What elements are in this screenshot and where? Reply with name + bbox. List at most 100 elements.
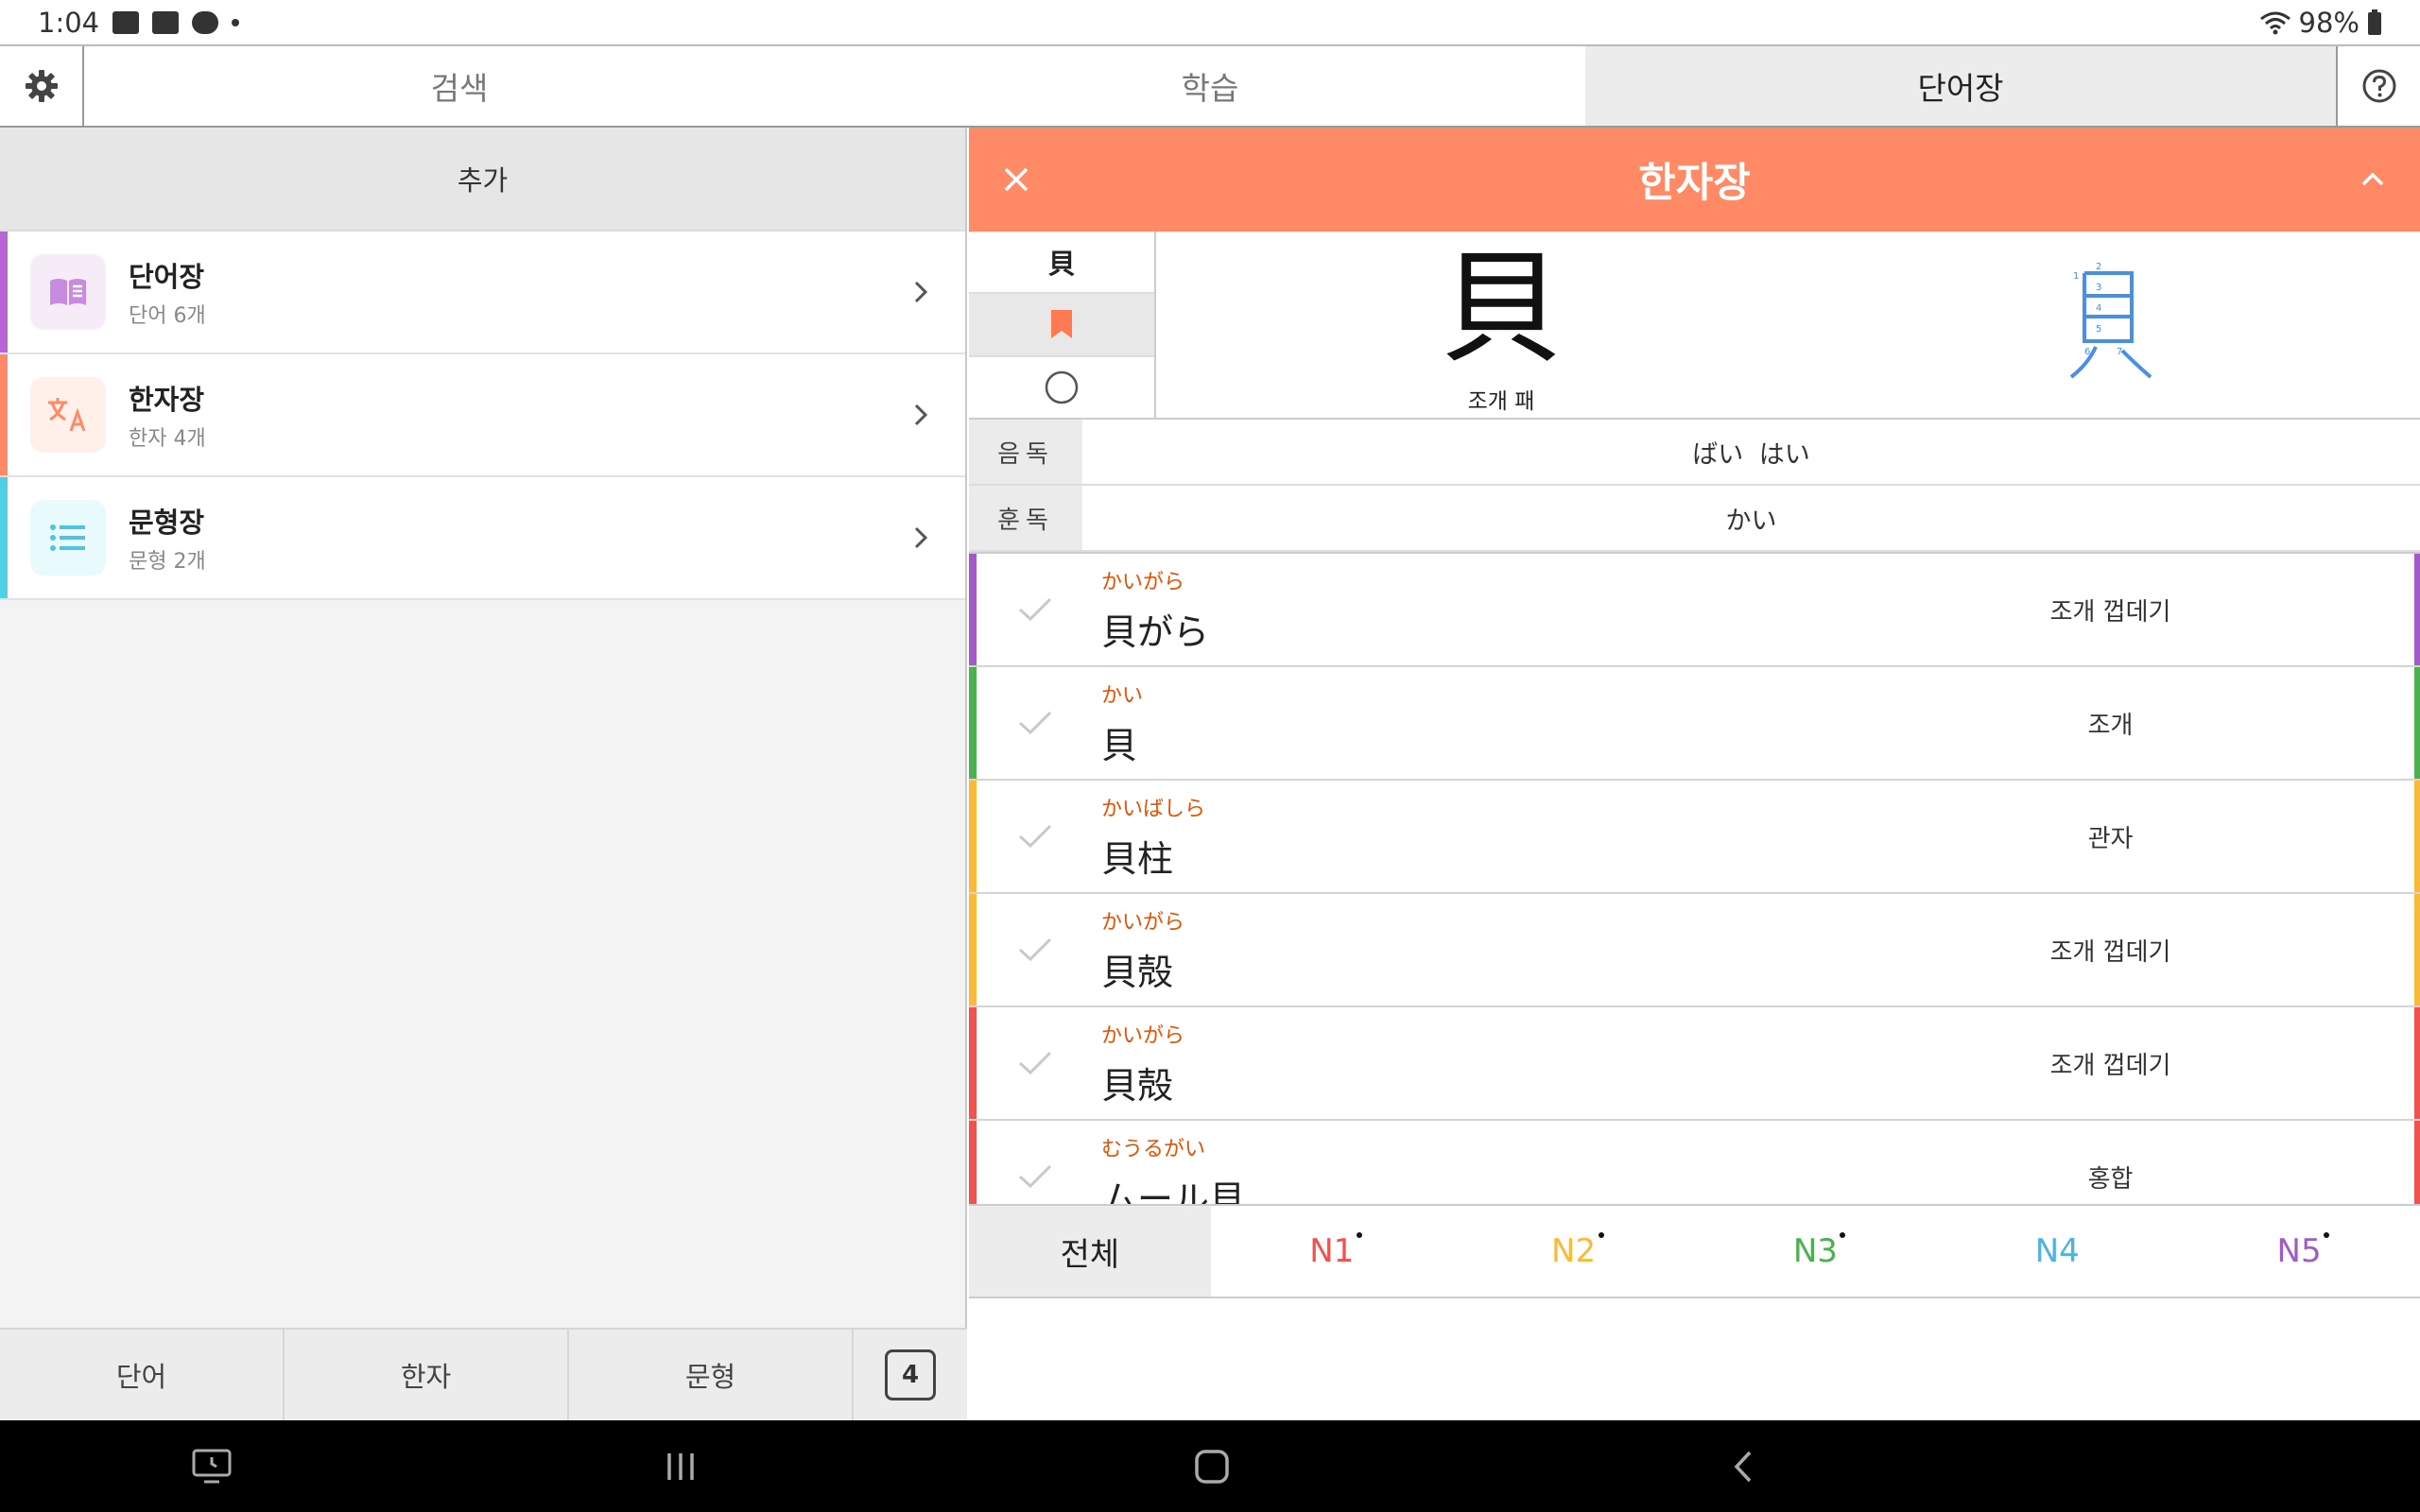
- book-item-pattern[interactable]: 문형장 문형 2개: [0, 477, 965, 600]
- check-button[interactable]: [969, 936, 1101, 964]
- count-badge: 4: [885, 1349, 936, 1400]
- level-color-bar: [969, 667, 977, 779]
- level-color-bar-right: [2414, 554, 2420, 665]
- kun-reading-label: 훈독: [969, 486, 1082, 550]
- list-icon: [50, 524, 85, 551]
- level-label: N4: [2034, 1232, 2080, 1270]
- book-item-word[interactable]: 단어장 단어 6개: [0, 232, 965, 354]
- recent-apps-icon: [667, 1452, 694, 1480]
- level-filter-n2[interactable]: N2: [1453, 1206, 1695, 1297]
- svg-text:2: 2: [2096, 262, 2101, 272]
- tab-search[interactable]: 검색: [84, 46, 835, 126]
- check-button[interactable]: [969, 709, 1101, 737]
- check-icon: [1018, 597, 1052, 622]
- vocab-word: 貝殻: [1101, 1065, 1174, 1107]
- level-color-bar-right: [2414, 667, 2420, 779]
- top-tab-bar: 검색 학습 단어장: [0, 44, 2420, 128]
- vocab-row[interactable]: むうるがい ムール貝 홍합: [969, 1121, 2420, 1204]
- back-button[interactable]: [1686, 1420, 1800, 1512]
- vocab-furigana: むうるがい: [1101, 1138, 1206, 1161]
- big-kanji: 貝: [1439, 236, 1563, 380]
- kanji-small: 貝: [969, 232, 1154, 295]
- vocab-word: 貝がら: [1101, 611, 1210, 653]
- check-button[interactable]: [969, 822, 1101, 850]
- vocab-row[interactable]: かいがら 貝殻 조개 껍데기: [969, 1007, 2420, 1121]
- clock: 1:04: [38, 6, 100, 39]
- vocab-word-cell: かい貝: [1101, 667, 1858, 779]
- back-icon: [1734, 1451, 1752, 1482]
- level-label: N1: [1309, 1232, 1355, 1270]
- svg-text:5: 5: [2096, 324, 2101, 335]
- stroke-order-diagram[interactable]: 1 2 3 4 5 6 7: [2064, 260, 2158, 383]
- tab-wordbook[interactable]: 단어장: [1585, 46, 2336, 126]
- book-icon-container: [30, 377, 106, 453]
- check-icon: [1018, 937, 1052, 962]
- bookmark-button[interactable]: [969, 294, 1154, 357]
- book-list-pane: 추가 단어장 단어 6개 한자장 한자 4개 문형장 문형 2개 단어 한자 문…: [0, 128, 967, 1420]
- add-button[interactable]: 추가: [0, 128, 965, 232]
- level-color-bar-right: [2414, 894, 2420, 1005]
- kun-reading-row: 훈독 かい: [969, 486, 2420, 552]
- tab-words[interactable]: 단어: [0, 1330, 285, 1420]
- level-color-bar: [969, 781, 977, 892]
- system-nav-bar: [0, 1420, 2420, 1512]
- book-icon-container: [30, 500, 106, 576]
- level-filter-n5[interactable]: N5: [2178, 1206, 2420, 1297]
- book-title: 한자장: [129, 384, 205, 416]
- recent-apps-button[interactable]: [624, 1420, 737, 1512]
- vocab-word: 貝殻: [1101, 952, 1174, 993]
- settings-button[interactable]: [0, 46, 84, 126]
- level-filter-n3[interactable]: N3: [1694, 1206, 1936, 1297]
- help-button[interactable]: [2336, 46, 2420, 126]
- check-button[interactable]: [969, 1162, 1101, 1191]
- svg-text:3: 3: [2096, 283, 2101, 293]
- screenshot-notification-icon: [152, 10, 180, 34]
- vocab-row[interactable]: かいがら 貝がら 조개 껍데기: [969, 554, 2420, 667]
- circle-icon: [1045, 370, 1079, 404]
- kanji-side-panel: 貝: [969, 232, 1156, 418]
- vocab-word-cell: むうるがい ムール貝: [1101, 1121, 1858, 1204]
- vocab-word: 貝柱: [1101, 838, 1174, 880]
- level-color-bar: [969, 894, 977, 1005]
- chevron-right-icon: [914, 404, 928, 426]
- vocab-word: 貝: [1101, 725, 1138, 766]
- vocab-list[interactable]: かいがら 貝がら 조개 껍데기 かい貝 조개 かいばしら 貝柱 관자 かいがら 貝殻 조개 껍데기 か…: [969, 552, 2420, 1204]
- level-color-bar: [969, 1007, 977, 1119]
- chevron-right-icon: [914, 281, 928, 303]
- kanji-card: 貝 貝 조개 패 12 3 4 5 6 7: [969, 232, 2420, 420]
- chevron-right-icon: [914, 526, 928, 549]
- level-color-bar-right: [2414, 1121, 2420, 1204]
- vocab-furigana: かい: [1101, 684, 1144, 708]
- level-color-bar-right: [2414, 781, 2420, 892]
- tab-study[interactable]: 학습: [835, 46, 1585, 126]
- count-badge-button[interactable]: 4: [854, 1330, 967, 1420]
- battery-icon: [2368, 9, 2381, 35]
- memorized-toggle[interactable]: [969, 357, 1154, 418]
- new-indicator-dot: [1356, 1232, 1362, 1238]
- level-filter-all[interactable]: 전체: [969, 1206, 1211, 1297]
- vocab-meaning: 관자: [2087, 824, 2134, 853]
- recent-screenshot-button[interactable]: [155, 1420, 268, 1512]
- tab-patterns[interactable]: 문형: [569, 1330, 854, 1420]
- level-filter-n4[interactable]: N4: [1936, 1206, 2178, 1297]
- gallery-notification-icon: [112, 10, 140, 34]
- check-button[interactable]: [969, 1049, 1101, 1077]
- chevron-up-icon: [2361, 172, 2384, 186]
- kanji-detail-pane: 한자장 貝 貝 조개 패 1 2 3 4 5 6 7 음독 ばい はい 훈독 か…: [969, 128, 2420, 1420]
- tab-kanji[interactable]: 한자: [285, 1330, 569, 1420]
- home-button[interactable]: [1155, 1420, 1269, 1512]
- on-reading-value: ばい はい: [1692, 439, 1810, 470]
- check-button[interactable]: [969, 595, 1101, 624]
- vocab-row[interactable]: かいがら 貝殻 조개 껍데기: [969, 894, 2420, 1007]
- level-filter-n1[interactable]: N1: [1211, 1206, 1453, 1297]
- vocab-meaning: 조개 껍데기: [2049, 597, 2171, 627]
- collapse-button[interactable]: [2325, 171, 2420, 188]
- book-count: 문형 2개: [129, 550, 206, 574]
- vocab-row[interactable]: かい貝 조개: [969, 667, 2420, 781]
- on-reading-row: 음독 ばい はい: [969, 420, 2420, 486]
- close-button[interactable]: [969, 165, 1063, 194]
- check-icon: [1018, 1051, 1052, 1075]
- vocab-row[interactable]: かいばしら 貝柱 관자: [969, 781, 2420, 894]
- kun-reading-value: かい: [1725, 506, 1777, 536]
- book-item-kanji[interactable]: 한자장 한자 4개: [0, 354, 965, 477]
